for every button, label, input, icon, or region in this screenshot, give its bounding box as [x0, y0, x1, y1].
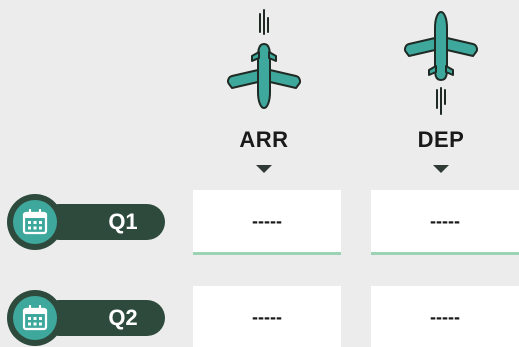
calendar-icon [22, 305, 48, 331]
table-row-q1: Q1 ----- ----- [0, 190, 519, 255]
flight-quarter-grid: ARR DEP Q1 ----- ----- Q2 ----- ----- [0, 0, 519, 347]
column-label-arr: ARR [239, 127, 289, 152]
airplane-departing-icon [404, 11, 478, 115]
airplane-arriving-icon [227, 9, 301, 109]
calendar-icon [22, 209, 48, 235]
quarter-label: Q2 [108, 305, 138, 330]
table-row-q2: Q2 ----- ----- [0, 286, 519, 347]
sort-caret-icon[interactable] [433, 165, 449, 173]
column-label-dep: DEP [417, 127, 465, 152]
column-header-dep: DEP [361, 0, 519, 180]
arr-value-cell[interactable]: ----- [193, 190, 341, 255]
dep-value-cell[interactable]: ----- [371, 286, 519, 347]
dep-value-cell[interactable]: ----- [371, 190, 519, 255]
sort-caret-icon[interactable] [256, 165, 272, 173]
quarter-pill-q1: Q1 [7, 194, 165, 250]
quarter-pill-q2: Q2 [7, 290, 165, 346]
arr-value-cell[interactable]: ----- [193, 286, 341, 347]
column-header-arr: ARR [184, 0, 344, 180]
quarter-label: Q1 [108, 209, 138, 234]
